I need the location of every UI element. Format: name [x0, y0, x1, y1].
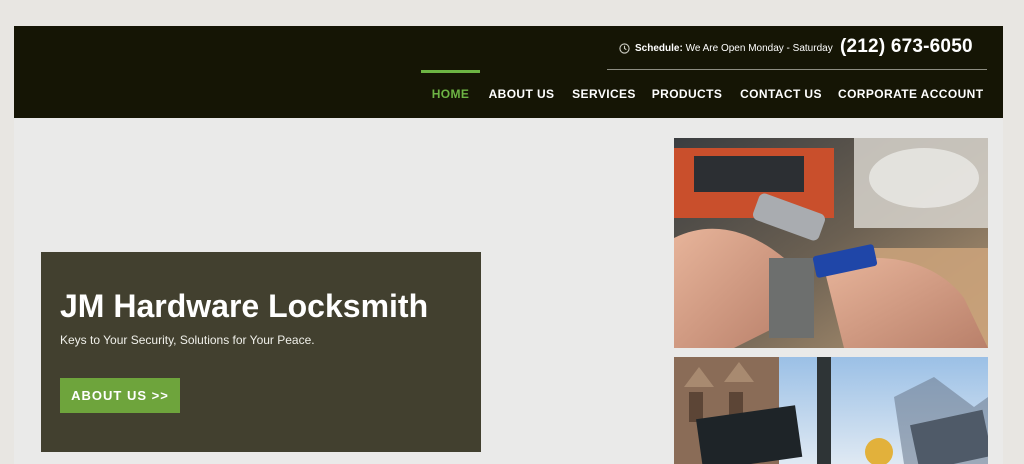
schedule-text: We Are Open Monday - Saturday [682, 42, 833, 54]
street-sign-photo [674, 357, 988, 464]
nav-item-home[interactable]: HOME [421, 70, 480, 118]
main-nav: HOME ABOUT US SERVICES PRODUCTS CONTACT … [14, 70, 1003, 118]
schedule-label: Schedule: [635, 42, 683, 54]
nav-item-about-us[interactable]: ABOUT US [485, 70, 558, 118]
schedule-info: Schedule: We Are Open Monday - Saturday [619, 41, 833, 55]
about-us-button[interactable]: ABOUT US >> [60, 378, 180, 413]
site-header: Schedule: We Are Open Monday - Saturday … [14, 26, 1003, 118]
hero-title: JM Hardware Locksmith [60, 288, 429, 324]
hero-box: JM Hardware Locksmith Keys to Your Secur… [41, 252, 481, 452]
nav-item-contact-us[interactable]: CONTACT US [737, 70, 825, 118]
hero-subtitle: Keys to Your Security, Solutions for You… [60, 333, 315, 347]
clock-icon [619, 42, 630, 54]
nav-item-products[interactable]: PRODUCTS [651, 70, 723, 118]
nav-item-services[interactable]: SERVICES [570, 70, 638, 118]
key-cutting-photo [674, 138, 988, 348]
phone-number[interactable]: (212) 673-6050 [840, 36, 973, 58]
nav-item-corporate-account[interactable]: CORPORATE ACCOUNT [838, 70, 983, 118]
